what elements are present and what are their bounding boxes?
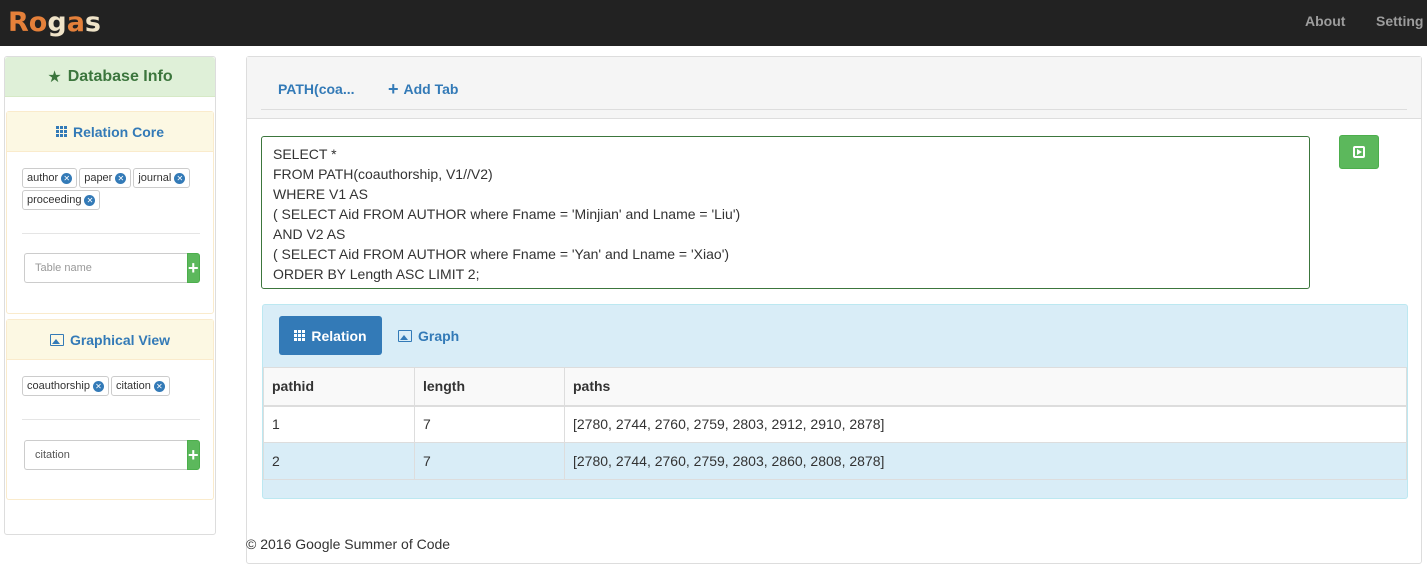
relation-core-title: Relation Core [72,123,164,140]
add-tab-button[interactable]: + Add Tab [388,79,458,99]
relation-core-panel: Relation Core author ✕ paper ✕ journal ✕ pr… [6,111,214,314]
column-header[interactable]: paths [564,367,1407,407]
add-graph-button[interactable]: + [187,440,200,470]
star-icon: ★ [47,68,62,86]
table-cell: [2780, 2744, 2760, 2759, 2803, 2912, 291… [564,405,1407,443]
nav-setting-link[interactable]: Setting [1376,13,1423,29]
graphical-view-input-group: + [24,440,200,470]
query-tabs-bar: PATH(coa... + Add Tab [247,57,1421,119]
tag-coauthorship[interactable]: coauthorship ✕ [22,376,109,396]
table-row[interactable]: 1 7 [2780, 2744, 2760, 2759, 2803, 2912,… [263,405,1407,443]
column-header[interactable]: length [414,367,565,407]
top-navbar: Rogas About Setting [0,0,1427,46]
tag-paper[interactable]: paper ✕ [79,168,132,188]
results-panel: Relation Graph pathid length paths 1 7 [… [262,304,1408,499]
results-table: pathid length paths 1 7 [2780, 2744, 276… [263,367,1407,480]
graphical-view-title: Graphical View [69,331,171,348]
remove-circle-icon[interactable]: ✕ [61,172,73,184]
grid-icon [294,330,306,341]
play-circle-icon [1353,146,1365,158]
query-panel: PATH(coa... + Add Tab SELECT * FROM PATH(… [246,56,1422,564]
run-query-button[interactable] [1339,135,1379,169]
column-header[interactable]: pathid [263,367,415,407]
divider [22,419,200,420]
remove-circle-icon[interactable]: ✕ [115,172,127,184]
database-info-header: ★ Database Info [5,57,215,97]
query-line: FROM PATH(coauthorship, V1//V2) [273,166,493,182]
query-line: AND V2 AS [273,226,346,242]
table-name-input[interactable] [24,253,187,283]
query-line: ( SELECT Aid FROM AUTHOR where Fname = '… [273,246,730,262]
table-cell: 2 [263,442,415,480]
graphical-view-tags: coauthorship ✕ citation ✕ [22,376,202,396]
remove-circle-icon[interactable]: ✕ [153,380,165,392]
table-header-row: pathid length paths [263,367,1407,407]
query-line: ORDER BY Length ASC LIMIT 2; [273,266,480,282]
database-info-panel: ★ Database Info Relation Core author ✕ pa… [4,56,216,535]
footer-copyright: © 2016 Google Summer of Code [246,536,451,552]
query-line: ( SELECT Aid FROM AUTHOR where Fname = '… [273,206,741,222]
grid-icon [55,126,67,137]
nav-about-link[interactable]: About [1305,13,1345,29]
plus-icon: + [388,79,399,99]
rogas-logo[interactable]: Rogas [8,4,101,40]
tag-journal[interactable]: journal ✕ [133,168,191,188]
database-info-title: Database Info [67,67,173,85]
graphical-view-header: Graphical View [7,320,213,360]
query-line: SELECT * [273,146,337,162]
graph-name-input[interactable] [24,440,187,470]
relation-core-tags: author ✕ paper ✕ journal ✕ proceeding ✕ [22,168,202,210]
table-cell: 1 [263,405,415,443]
tabs-divider [261,109,1407,110]
relation-core-input-group: + [24,253,200,283]
tag-citation[interactable]: citation ✕ [111,376,170,396]
logo-text: Rogas [8,6,101,38]
tag-author[interactable]: author ✕ [22,168,78,188]
table-cell: 7 [414,442,565,480]
query-editor[interactable]: SELECT * FROM PATH(coauthorship, V1//V2) W… [261,136,1310,289]
tag-proceeding[interactable]: proceeding ✕ [22,190,101,210]
tab-graph[interactable]: Graph [398,316,459,355]
graphical-view-panel: Graphical View coauthorship✕ citation✕ + [6,319,214,500]
table-cell: 7 [414,405,565,443]
tab-path-query[interactable]: PATH(coa... [278,81,355,97]
remove-circle-icon[interactable]: ✕ [84,194,96,206]
table-row[interactable]: 2 7 [2780, 2744, 2760, 2759, 2803, 2860,… [263,442,1407,480]
picture-icon [49,333,64,346]
tab-relation[interactable]: Relation [279,316,382,355]
add-relation-button[interactable]: + [187,253,200,283]
remove-circle-icon[interactable]: ✕ [93,380,104,392]
table-cell: [2780, 2744, 2760, 2759, 2803, 2860, 280… [564,442,1407,480]
query-line: WHERE V1 AS [273,186,368,202]
divider [22,233,200,234]
relation-core-header: Relation Core [7,112,213,152]
picture-icon [398,329,412,342]
remove-circle-icon[interactable]: ✕ [174,172,186,184]
